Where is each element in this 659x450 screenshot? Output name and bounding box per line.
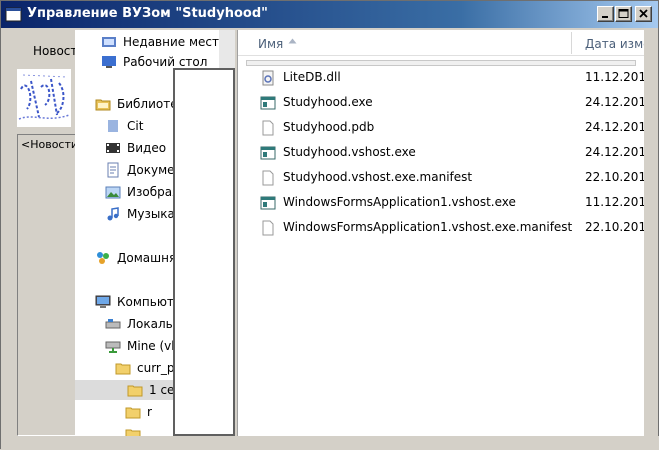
- overlay-panel: [173, 68, 235, 436]
- file-list-pane[interactable]: Имя Дата изме LiteDB.dll 11.12.201 Study…: [237, 30, 644, 436]
- window-title: Управление ВУЗом "Studyhood": [27, 6, 268, 21]
- news-panel-label: <Новости: [21, 138, 79, 151]
- minimize-button[interactable]: [597, 6, 614, 22]
- recent-places-icon: [102, 37, 116, 47]
- column-header-name[interactable]: Имя: [258, 37, 283, 51]
- exe-icon: [260, 96, 276, 110]
- network-drive-icon: [105, 341, 121, 353]
- app-window: Управление ВУЗом "Studyhood" Новост <Нов…: [0, 0, 659, 450]
- app-icon: [5, 7, 22, 22]
- exe-icon: [260, 146, 276, 160]
- file-row[interactable]: LiteDB.dll 11.12.201: [238, 66, 644, 90]
- file-icon: [262, 120, 274, 136]
- file-icon: [262, 220, 274, 236]
- column-separator[interactable]: [571, 32, 572, 54]
- library-icon: [108, 120, 118, 132]
- homegroup-icon: [97, 252, 109, 264]
- pictures-icon: [105, 186, 121, 199]
- desktop-icon: [102, 56, 116, 68]
- video-icon: [106, 143, 120, 153]
- file-row[interactable]: Studyhood.pdb 24.12.201: [238, 116, 644, 140]
- minimize-icon: [602, 16, 608, 18]
- folder-icon: [127, 385, 143, 397]
- file-row[interactable]: WindowsFormsApplication1.vshost.exe.mani…: [238, 216, 644, 240]
- sort-ascending-icon: [288, 38, 297, 44]
- maximize-button[interactable]: [615, 6, 632, 22]
- music-icon: [107, 207, 119, 221]
- news-image: [17, 69, 71, 127]
- folder-icon: [115, 363, 131, 375]
- file-row[interactable]: Studyhood.vshost.exe 24.12.201: [238, 141, 644, 165]
- window-frame-right: [644, 30, 658, 436]
- folder-icon: [125, 407, 141, 419]
- close-icon: [639, 9, 648, 18]
- file-icon: [262, 170, 274, 186]
- maximize-icon: [618, 9, 629, 18]
- file-row[interactable]: WindowsFormsApplication1.vshost.exe 11.1…: [238, 191, 644, 215]
- news-label: Новост: [33, 44, 78, 58]
- dll-icon: [262, 70, 274, 86]
- title-bar[interactable]: Управление ВУЗом "Studyhood": [1, 1, 658, 28]
- column-header: Имя Дата изме: [238, 30, 644, 56]
- local-disk-icon: [105, 319, 121, 329]
- column-header-date[interactable]: Дата изме: [585, 37, 644, 51]
- folder-icon: [125, 429, 141, 436]
- close-button[interactable]: [635, 6, 652, 22]
- news-image-scribble: [17, 69, 71, 127]
- window-frame-bottom: [1, 436, 659, 450]
- libraries-icon: [95, 99, 111, 111]
- documents-icon: [107, 162, 119, 178]
- file-row[interactable]: Studyhood.exe 24.12.201: [238, 91, 644, 115]
- computer-icon: [95, 295, 111, 308]
- file-row[interactable]: Studyhood.vshost.exe.manifest 22.10.201: [238, 166, 644, 190]
- exe-icon: [260, 196, 276, 210]
